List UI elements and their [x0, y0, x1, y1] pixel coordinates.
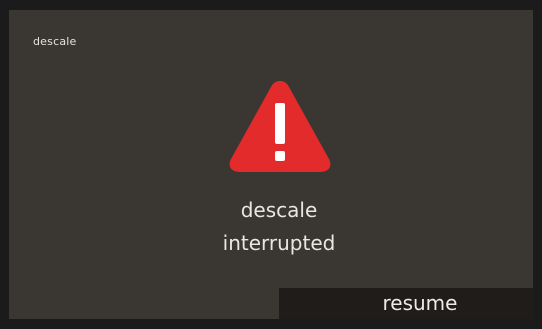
interruption-message: descale interrupted — [129, 194, 429, 260]
descale-panel: descale descale interrupted resume — [9, 10, 533, 319]
message-line-2: interrupted — [222, 231, 336, 255]
resume-button-label: resume — [382, 291, 458, 315]
message-line-1: descale — [240, 198, 318, 222]
resume-button[interactable]: resume — [279, 288, 533, 319]
screen-title: descale — [33, 35, 77, 48]
device-screen: descale descale interrupted resume — [0, 0, 542, 329]
warning-icon — [227, 76, 333, 176]
